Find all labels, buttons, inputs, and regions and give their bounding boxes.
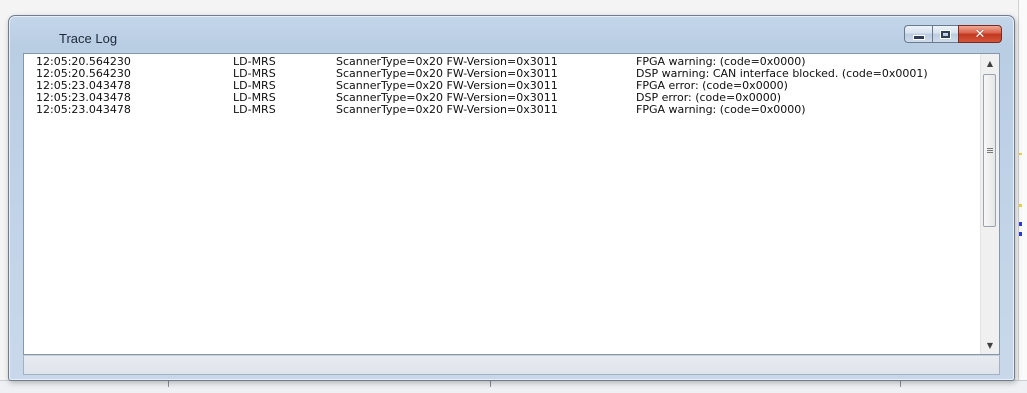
close-icon: ✕ <box>974 26 986 42</box>
log-time: 12:05:23.043478 <box>36 103 131 116</box>
scroll-down-arrow-icon[interactable]: ▼ <box>981 336 999 354</box>
thumb-grip-icon <box>987 148 993 154</box>
maximize-icon <box>941 30 950 38</box>
status-bar <box>23 355 1000 375</box>
background-marker <box>1019 204 1022 207</box>
log-row[interactable]: 12:05:23.043478 LD-MRS ScannerType=0x20 FW… <box>24 104 983 116</box>
log-message: FPGA warning: (code=0x0000) <box>636 103 806 116</box>
log-scanner-info: ScannerType=0x20 FW-Version=0x3011 <box>336 103 558 116</box>
caption-buttons: ✕ <box>904 25 1002 45</box>
background-marker <box>1019 153 1022 155</box>
background-tick <box>490 381 491 387</box>
log-entries: 12:05:20.564230 LD-MRS ScannerType=0x20 FW… <box>24 54 983 354</box>
background-tick <box>900 381 901 387</box>
window-title: Trace Log <box>59 31 118 46</box>
scrollbar-thumb[interactable] <box>983 74 996 227</box>
maximize-button[interactable] <box>932 25 958 43</box>
trace-log-list[interactable]: 12:05:20.564230 LD-MRS ScannerType=0x20 FW… <box>23 53 1000 355</box>
scroll-up-arrow-icon[interactable]: ▲ <box>981 54 999 72</box>
window-titlebar[interactable]: Trace Log ✕ <box>9 16 1014 50</box>
background-marker <box>1019 222 1022 226</box>
background-toolbar-strip <box>0 380 1027 393</box>
background-marker <box>1019 232 1022 236</box>
close-button[interactable]: ✕ <box>958 25 1002 43</box>
log-device: LD-MRS <box>233 103 276 116</box>
trace-log-window: Trace Log ✕ 12:05:20.564230 LD-MRS Scanner… <box>8 15 1015 381</box>
vertical-scrollbar[interactable]: ▲ ▼ <box>980 54 999 354</box>
background-tick <box>168 381 169 387</box>
minimize-button[interactable] <box>904 25 932 43</box>
background-window-edge <box>1018 0 1027 392</box>
minimize-icon <box>912 34 925 40</box>
